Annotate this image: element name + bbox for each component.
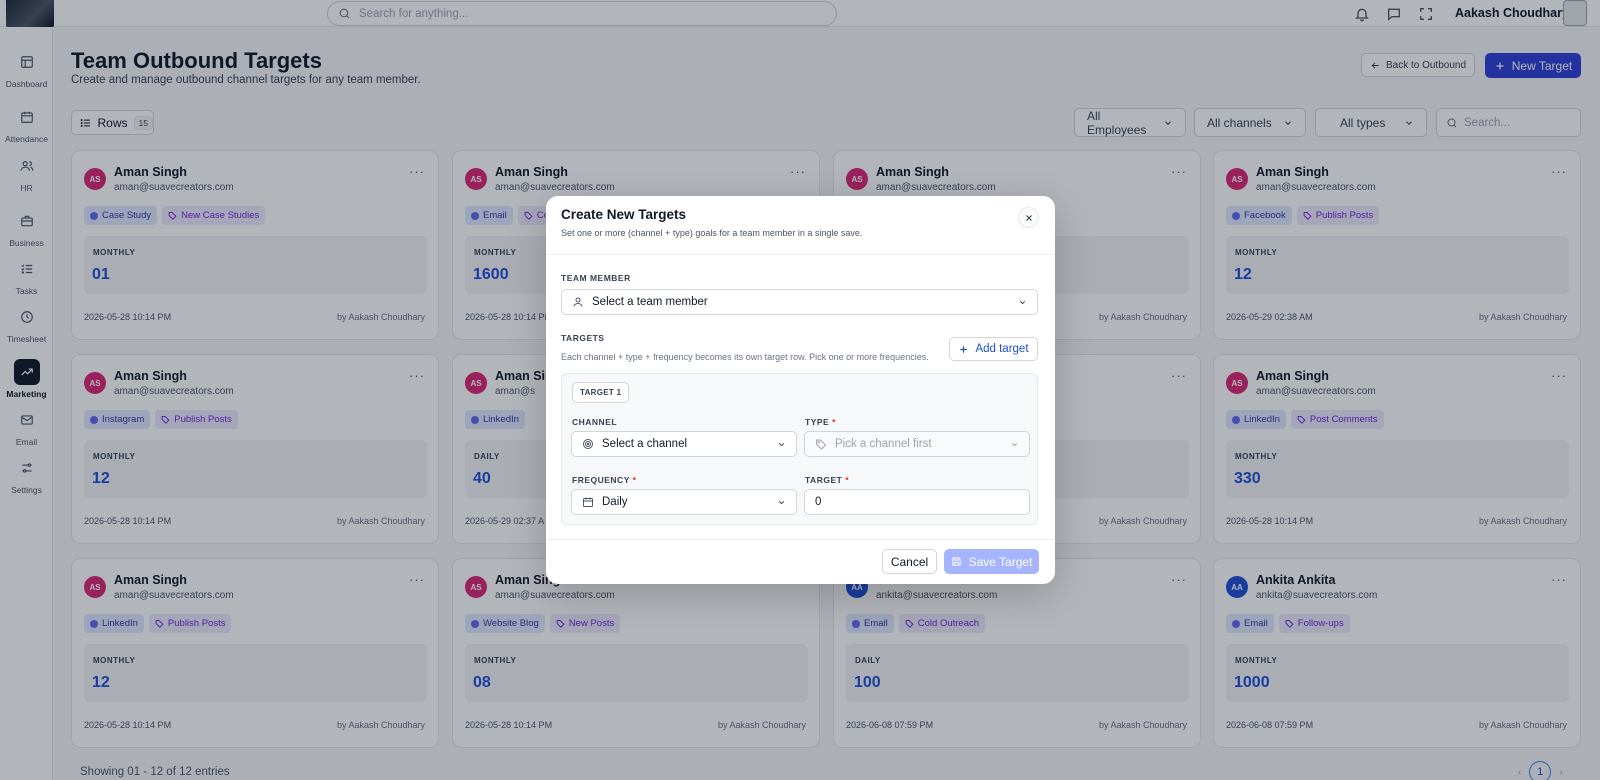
frequency-label-text: FREQUENCY [572, 475, 630, 485]
app-root: Search for anything... Aakash Choudhary … [0, 0, 1600, 780]
frequency-label: FREQUENCY * [572, 475, 636, 485]
target-value: 0 [815, 496, 822, 508]
team-member-placeholder: Select a team member [592, 296, 708, 308]
calendar-icon [583, 497, 593, 507]
tag-icon [816, 439, 827, 450]
close-icon [1025, 214, 1032, 221]
target-channel-icon [583, 439, 593, 449]
type-select[interactable]: Pick a channel first [804, 431, 1030, 457]
target-row-1: TARGET 1 CHANNEL Select a channel TYPE *… [561, 373, 1038, 525]
required-mark: * [632, 475, 637, 485]
channel-placeholder: Select a channel [602, 438, 688, 450]
user-icon [573, 297, 583, 307]
target-badge: TARGET 1 [572, 382, 630, 403]
required-mark: * [845, 475, 849, 485]
cancel-label: Cancel [890, 554, 929, 569]
add-target-label: Add target [975, 343, 1029, 355]
chevron-down-icon [1019, 301, 1026, 305]
chevron-down-icon [778, 501, 785, 505]
plus-icon [960, 345, 968, 353]
required-mark: * [832, 417, 836, 427]
target-value-input[interactable]: 0 [804, 489, 1030, 515]
create-targets-modal: Create New Targets Set one or more (chan… [546, 196, 1055, 584]
team-member-label: TEAM MEMBER [561, 273, 631, 283]
chevron-down-icon [1011, 443, 1018, 447]
modal-footer-divider [546, 539, 1055, 540]
save-icon [951, 557, 961, 566]
type-label: TYPE * [805, 417, 836, 427]
targets-label: TARGETS [561, 333, 605, 343]
modal-subtitle: Set one or more (channel + type) goals f… [561, 228, 863, 238]
save-target-button[interactable]: Save Target [944, 549, 1039, 574]
add-target-button[interactable]: Add target [949, 337, 1038, 361]
target-value-label: TARGET * [805, 475, 849, 485]
close-button[interactable] [1018, 207, 1039, 228]
channel-select[interactable]: Select a channel [571, 431, 797, 457]
chevron-down-icon [778, 443, 785, 447]
target-label-text: TARGET [805, 475, 843, 485]
type-label-text: TYPE [805, 417, 830, 427]
save-target-label: Save Target [968, 554, 1033, 569]
team-member-select[interactable]: Select a team member [561, 289, 1038, 315]
modal-title: Create New Targets [561, 207, 687, 222]
modal-divider [546, 254, 1055, 255]
frequency-value: Daily [602, 496, 628, 508]
cancel-button[interactable]: Cancel [882, 549, 937, 574]
type-placeholder: Pick a channel first [835, 438, 932, 450]
frequency-select[interactable]: Daily [571, 489, 797, 515]
channel-label: CHANNEL [572, 417, 618, 427]
targets-help-text: Each channel + type + frequency becomes … [561, 352, 929, 362]
